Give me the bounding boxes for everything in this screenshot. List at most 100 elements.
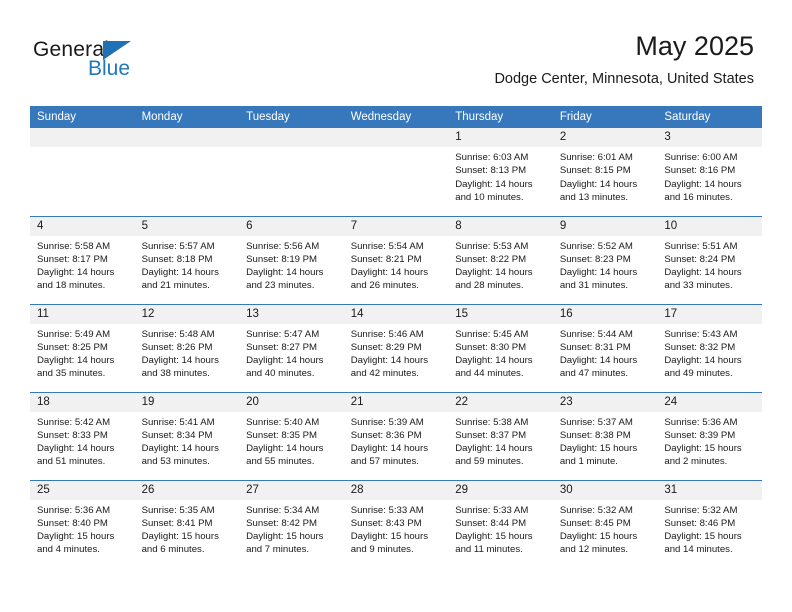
- day-cell[interactable]: 1 Sunrise: 6:03 AM Sunset: 8:13 PM Daylight…: [448, 128, 553, 216]
- sunrise-text: Sunrise: 5:36 AM: [664, 416, 738, 428]
- sunrise-text: Sunrise: 5:33 AM: [455, 504, 529, 516]
- day-cell[interactable]: 3 Sunrise: 6:00 AM Sunset: 8:16 PM Daylight…: [657, 128, 762, 216]
- day-cell[interactable]: 9 Sunrise: 5:52 AM Sunset: 8:23 PM Daylight…: [552, 215, 658, 304]
- day-cell[interactable]: 4 Sunrise: 5:58 AM Sunset: 8:17 PM Daylight…: [30, 215, 135, 304]
- sunrise-text: Sunrise: 6:03 AM: [455, 152, 529, 163]
- day-number: 20: [239, 392, 344, 412]
- sunset-text: Sunset: 8:15 PM: [559, 165, 631, 177]
- day-cell[interactable]: 26 Sunrise: 5:35 AM Sunset: 8:41 PM Dayligh…: [134, 479, 240, 568]
- sunrise-text: Sunrise: 6:01 AM: [559, 152, 633, 163]
- day-cell[interactable]: 5 Sunrise: 5:57 AM Sunset: 8:18 PM Daylight…: [134, 215, 240, 304]
- sunset-text: Sunset: 8:17 PM: [37, 253, 108, 265]
- week-row: 1 Sunrise: 6:03 AM Sunset: 8:13 PM Daylight…: [30, 128, 762, 216]
- weekday-header-thursday: Thursday: [448, 106, 553, 128]
- day-cell[interactable]: 28 Sunrise: 5:33 AM Sunset: 8:43 PM Dayligh…: [343, 479, 449, 568]
- day-cell[interactable]: 13 Sunrise: 5:47 AM Sunset: 8:27 PM Dayligh…: [239, 303, 344, 392]
- day-number: [30, 128, 135, 147]
- sunrise-text: Sunrise: 5:32 AM: [559, 504, 633, 516]
- daylight-text-line2: and 28 minutes.: [455, 280, 524, 292]
- day-number: 18: [30, 392, 135, 412]
- day-number: 24: [657, 392, 762, 412]
- daylight-text-line1: Daylight: 14 hours: [455, 443, 533, 455]
- sunrise-text: Sunrise: 5:44 AM: [559, 328, 633, 340]
- day-cell[interactable]: 7 Sunrise: 5:54 AM Sunset: 8:21 PM Daylight…: [343, 215, 449, 304]
- day-cell[interactable]: 30 Sunrise: 5:32 AM Sunset: 8:45 PM Dayligh…: [552, 479, 658, 568]
- daylight-text-line2: and 47 minutes.: [559, 368, 629, 380]
- daylight-text-line1: Daylight: 14 hours: [559, 178, 638, 190]
- daylight-text-line2: and 31 minutes.: [559, 280, 629, 292]
- day-number: 16: [552, 304, 658, 324]
- day-cell[interactable]: 16 Sunrise: 5:44 AM Sunset: 8:31 PM Dayligh…: [552, 303, 658, 392]
- day-cell[interactable]: 25 Sunrise: 5:36 AM Sunset: 8:40 PM Dayligh…: [30, 479, 135, 568]
- weekday-header-row: Sunday Monday Tuesday Wednesday Thursday…: [30, 106, 762, 128]
- sunset-text: Sunset: 8:34 PM: [141, 429, 213, 441]
- daylight-text-line1: Daylight: 14 hours: [455, 178, 533, 190]
- daylight-text-line1: Daylight: 14 hours: [37, 267, 115, 279]
- day-cell[interactable]: 24 Sunrise: 5:36 AM Sunset: 8:39 PM Dayligh…: [657, 391, 762, 480]
- sunrise-text: Sunrise: 5:33 AM: [350, 504, 424, 516]
- day-number: 25: [30, 480, 135, 500]
- day-number: 2: [552, 128, 658, 147]
- day-cell[interactable]: 2 Sunrise: 6:01 AM Sunset: 8:15 PM Daylight…: [552, 128, 658, 216]
- day-cell[interactable]: 18 Sunrise: 5:42 AM Sunset: 8:33 PM Dayligh…: [30, 391, 135, 480]
- day-cell[interactable]: 11 Sunrise: 5:49 AM Sunset: 8:25 PM Dayligh…: [30, 303, 135, 392]
- daylight-text-line1: Daylight: 14 hours: [455, 355, 533, 367]
- sunset-text: Sunset: 8:30 PM: [455, 341, 527, 353]
- day-cell[interactable]: 19 Sunrise: 5:41 AM Sunset: 8:34 PM Dayligh…: [134, 391, 240, 480]
- day-cell[interactable]: 29 Sunrise: 5:33 AM Sunset: 8:44 PM Dayligh…: [448, 479, 553, 568]
- day-cell[interactable]: 20 Sunrise: 5:40 AM Sunset: 8:35 PM Dayligh…: [239, 391, 344, 480]
- daylight-text-line2: and 42 minutes.: [350, 368, 419, 380]
- daylight-text-line1: Daylight: 14 hours: [350, 443, 429, 455]
- sunset-text: Sunset: 8:19 PM: [246, 253, 318, 265]
- day-cell[interactable]: 8 Sunrise: 5:53 AM Sunset: 8:22 PM Daylight…: [448, 215, 553, 304]
- daylight-text-line1: Daylight: 15 hours: [455, 531, 533, 543]
- day-cell-empty: [239, 128, 344, 216]
- daylight-text-line1: Daylight: 15 hours: [350, 531, 429, 543]
- sunrise-text: Sunrise: 5:34 AM: [246, 504, 320, 516]
- title-block: May 2025 Dodge Center, Minnesota, United…: [494, 30, 754, 89]
- weekday-header-tuesday: Tuesday: [239, 106, 344, 128]
- brand-name-blue: Blue: [88, 57, 131, 80]
- daylight-text-line1: Daylight: 15 hours: [559, 531, 638, 543]
- sunrise-text: Sunrise: 5:32 AM: [664, 504, 738, 516]
- day-cell[interactable]: 12 Sunrise: 5:48 AM Sunset: 8:26 PM Dayligh…: [134, 303, 240, 392]
- daylight-text-line1: Daylight: 15 hours: [559, 443, 638, 455]
- daylight-text-line1: Daylight: 14 hours: [455, 267, 533, 279]
- sunset-text: Sunset: 8:45 PM: [559, 517, 631, 529]
- day-cell[interactable]: 23 Sunrise: 5:37 AM Sunset: 8:38 PM Dayligh…: [552, 391, 658, 480]
- daylight-text-line1: Daylight: 14 hours: [246, 267, 324, 279]
- sunset-text: Sunset: 8:32 PM: [664, 341, 736, 353]
- sunrise-text: Sunrise: 5:51 AM: [664, 240, 738, 252]
- daylight-text-line1: Daylight: 14 hours: [559, 267, 638, 279]
- sunset-text: Sunset: 8:37 PM: [455, 429, 527, 441]
- daylight-text-line1: Daylight: 14 hours: [141, 267, 219, 279]
- sunset-text: Sunset: 8:35 PM: [246, 429, 318, 441]
- day-number: 10: [657, 216, 762, 236]
- day-cell[interactable]: 17 Sunrise: 5:43 AM Sunset: 8:32 PM Dayligh…: [657, 303, 762, 392]
- day-cell[interactable]: 10 Sunrise: 5:51 AM Sunset: 8:24 PM Dayligh…: [657, 215, 762, 304]
- sunset-text: Sunset: 8:41 PM: [141, 517, 213, 529]
- day-cell[interactable]: 6 Sunrise: 5:56 AM Sunset: 8:19 PM Daylight…: [239, 215, 344, 304]
- day-cell[interactable]: 22 Sunrise: 5:38 AM Sunset: 8:37 PM Dayligh…: [448, 391, 553, 480]
- daylight-text-line2: and 59 minutes.: [455, 456, 524, 468]
- daylight-text-line1: Daylight: 15 hours: [664, 443, 742, 455]
- daylight-text-line2: and 18 minutes.: [37, 280, 106, 292]
- day-cell[interactable]: 27 Sunrise: 5:34 AM Sunset: 8:42 PM Dayligh…: [239, 479, 344, 568]
- day-cell[interactable]: 21 Sunrise: 5:39 AM Sunset: 8:36 PM Dayligh…: [343, 391, 449, 480]
- daylight-text-line1: Daylight: 14 hours: [141, 443, 219, 455]
- day-cell[interactable]: 14 Sunrise: 5:46 AM Sunset: 8:29 PM Dayligh…: [343, 303, 449, 392]
- brand-logo[interactable]: General Blue: [33, 38, 213, 82]
- daylight-text-line2: and 1 minute.: [559, 456, 618, 468]
- sunset-text: Sunset: 8:18 PM: [141, 253, 213, 265]
- daylight-text-line1: Daylight: 14 hours: [37, 355, 115, 367]
- sunrise-text: Sunrise: 5:53 AM: [455, 240, 529, 252]
- sunrise-text: Sunrise: 5:45 AM: [455, 328, 529, 340]
- sunset-text: Sunset: 8:43 PM: [350, 517, 422, 529]
- day-cell[interactable]: 31 Sunrise: 5:32 AM Sunset: 8:46 PM Dayligh…: [657, 479, 762, 568]
- sunset-text: Sunset: 8:42 PM: [246, 517, 318, 529]
- daylight-text-line2: and 23 minutes.: [246, 280, 315, 292]
- daylight-text-line2: and 14 minutes.: [664, 544, 733, 556]
- daylight-text-line2: and 51 minutes.: [37, 456, 106, 468]
- daylight-text-line1: Daylight: 14 hours: [246, 443, 324, 455]
- day-cell[interactable]: 15 Sunrise: 5:45 AM Sunset: 8:30 PM Dayligh…: [448, 303, 553, 392]
